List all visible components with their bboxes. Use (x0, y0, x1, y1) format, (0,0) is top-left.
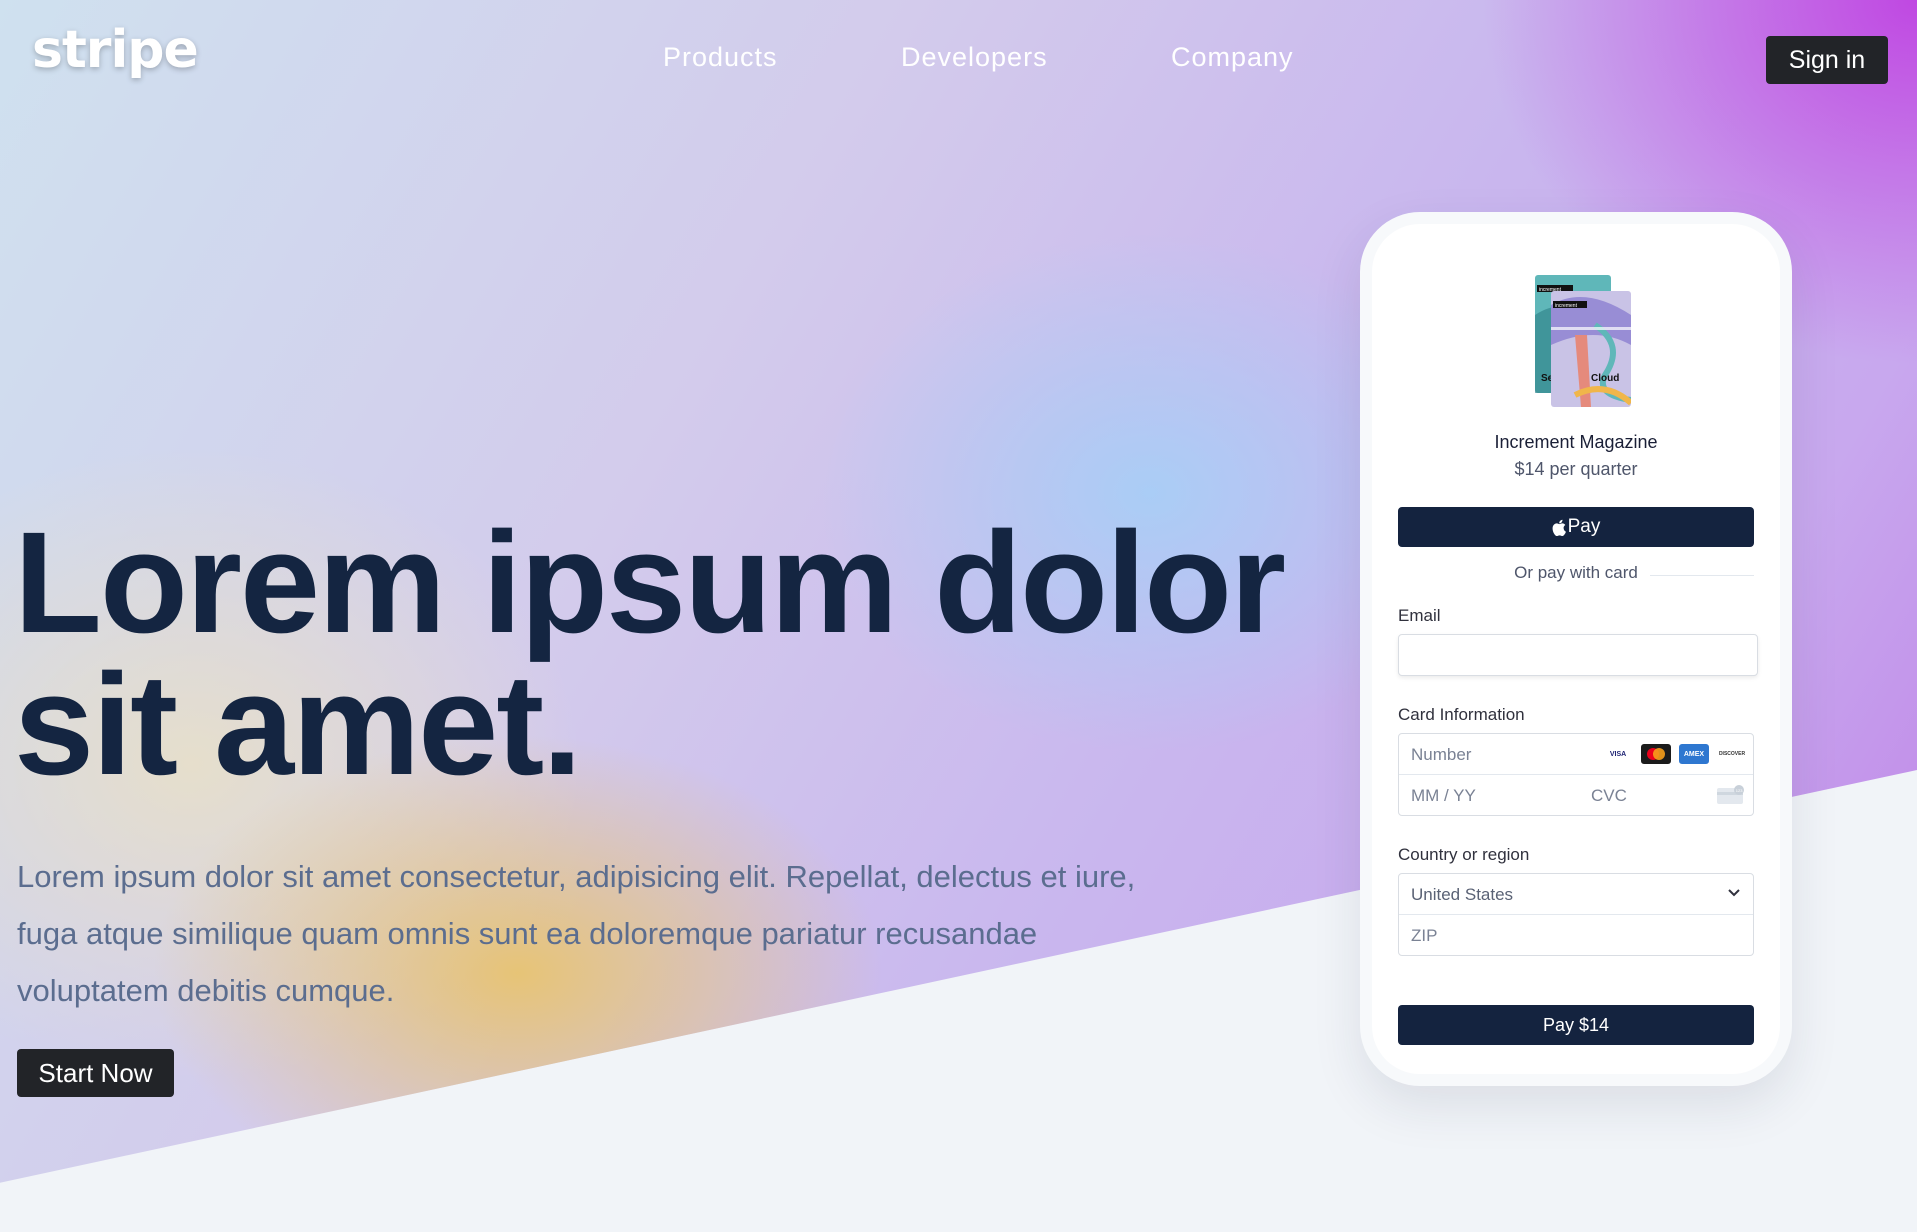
discover-icon: DISCOVER (1717, 744, 1747, 764)
card-information-label: Card Information (1398, 705, 1525, 724)
checkout-screen: increment Se increment Cloud Increment M… (1372, 224, 1780, 1074)
card-expiry-cvc-row: MM / YY CVC 123 (1399, 775, 1753, 815)
card-information-group: Number VISA AMEX DISCOVER MM / YY CVC 12… (1398, 733, 1754, 816)
country-value: United States (1411, 885, 1514, 904)
mastercard-circles (1647, 748, 1665, 760)
product-name: Increment Magazine (1494, 432, 1658, 452)
card-brand-icons: VISA AMEX DISCOVER (1603, 744, 1747, 764)
country-zip-group: United States ZIP (1398, 873, 1754, 956)
apple-pay-button[interactable]: Pay (1398, 507, 1754, 547)
hero-headline: Lorem ipsum dolor sit amet. (14, 502, 1286, 805)
phone-mockup: increment Se increment Cloud Increment M… (1360, 212, 1792, 1086)
cvc-field[interactable]: CVC (1591, 786, 1627, 806)
start-now-button[interactable]: Start Now (17, 1049, 174, 1097)
email-label: Email (1398, 606, 1441, 625)
hero-subtext: Lorem ipsum dolor sit amet consectetur, … (17, 859, 1136, 1008)
visa-icon-text: VISA (1609, 750, 1627, 758)
amex-icon: AMEX (1679, 744, 1709, 764)
mastercard-icon (1641, 744, 1671, 764)
nav-link-products[interactable]: Products (663, 42, 778, 73)
zip-field[interactable]: ZIP (1399, 915, 1753, 955)
expiry-field[interactable]: MM / YY (1411, 786, 1476, 806)
email-field[interactable] (1398, 634, 1758, 676)
card-number-placeholder: Number (1411, 745, 1472, 764)
country-select[interactable]: United States (1399, 874, 1753, 915)
product-price: $14 per quarter (1514, 459, 1638, 479)
divider-text: Or pay with card (1514, 563, 1638, 582)
cvc-icon-text: 123 (1736, 788, 1743, 793)
visa-icon: VISA (1603, 744, 1633, 764)
magazine-cover-image: increment Se increment Cloud (1535, 275, 1631, 407)
pay-button[interactable]: Pay $14 (1398, 1005, 1754, 1045)
apple-pay-label: Pay (1567, 516, 1601, 537)
stripe-logo[interactable]: stripe (32, 20, 199, 80)
chevron-down-icon (1728, 889, 1740, 897)
cover-front-title: Cloud (1591, 373, 1619, 384)
apple-icon (1552, 519, 1566, 536)
amex-icon-text: AMEX (1683, 750, 1705, 758)
card-number-field[interactable]: Number VISA AMEX DISCOVER (1399, 734, 1753, 775)
nav-link-developers[interactable]: Developers (901, 42, 1048, 73)
divider-line (1650, 575, 1754, 576)
nav-link-company[interactable]: Company (1171, 42, 1294, 73)
country-region-label: Country or region (1398, 845, 1530, 864)
cover-front-label: increment (1555, 303, 1578, 309)
or-pay-with-card-divider: Or pay with card (1398, 563, 1754, 587)
cvc-card-icon: 123 (1717, 785, 1744, 804)
discover-icon-text: DISCOVER (1718, 751, 1746, 757)
sign-in-button[interactable]: Sign in (1766, 36, 1888, 84)
zip-placeholder: ZIP (1411, 926, 1438, 945)
